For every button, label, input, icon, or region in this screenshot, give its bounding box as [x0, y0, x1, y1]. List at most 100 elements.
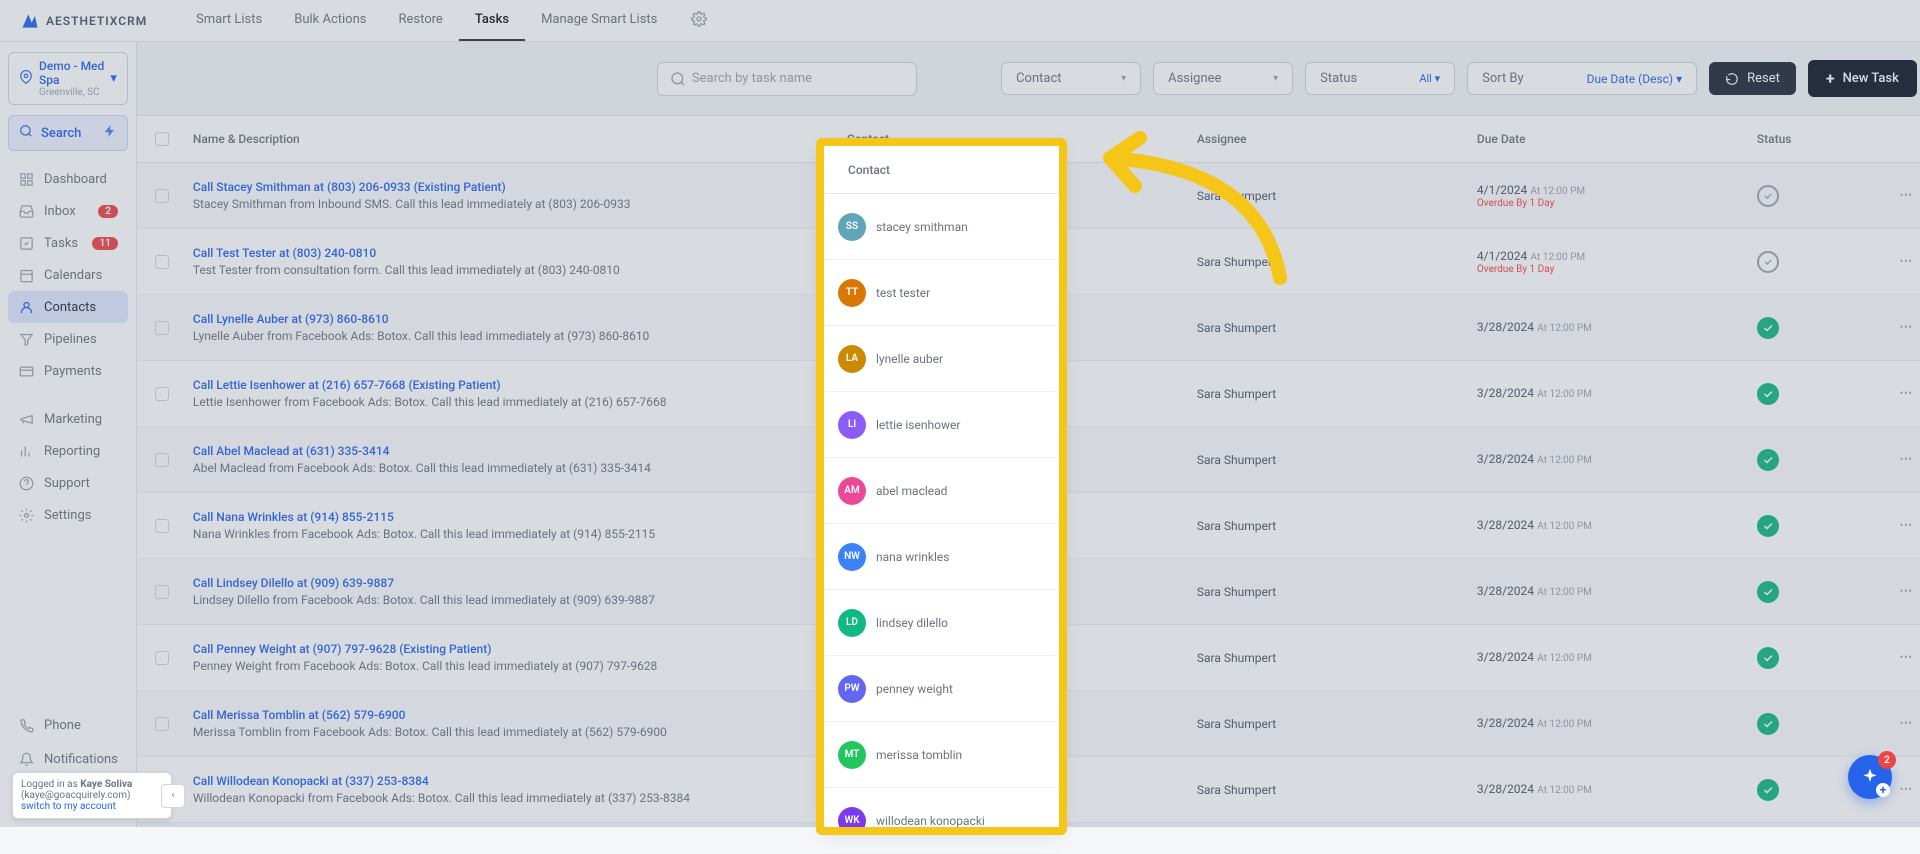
- switch-account-link[interactable]: switch to my account: [21, 801, 116, 812]
- sidebar-item-contacts[interactable]: Contacts: [8, 291, 128, 323]
- contact-avatar: TT: [838, 279, 866, 307]
- global-search-button[interactable]: Search: [8, 115, 128, 151]
- plus-icon: +: [1826, 69, 1835, 88]
- search-placeholder: Search by task name: [692, 71, 812, 86]
- reset-button[interactable]: Reset: [1709, 62, 1796, 95]
- cutout-contact-row: AMabel maclead: [824, 458, 1059, 524]
- sidebar-item-phone[interactable]: Phone: [8, 709, 128, 741]
- row-actions[interactable]: ⋯: [1899, 188, 1914, 203]
- task-desc: Test Tester from consultation form. Call…: [193, 263, 827, 277]
- assignee: Sara Shumpert: [1197, 255, 1477, 269]
- row-actions[interactable]: ⋯: [1899, 452, 1914, 467]
- status-done-icon[interactable]: [1757, 647, 1779, 669]
- chevron-down-icon: ▾: [110, 71, 117, 86]
- sidebar-item-settings[interactable]: Settings: [8, 499, 128, 531]
- sidebar-item-support[interactable]: Support: [8, 467, 128, 499]
- due-date: 3/28/2024: [1477, 320, 1534, 334]
- select-all-checkbox[interactable]: [155, 132, 169, 146]
- status-done-icon[interactable]: [1757, 449, 1779, 471]
- task-title[interactable]: Call Lindsey Dilello at (909) 639-9887: [193, 576, 827, 590]
- row-checkbox[interactable]: [155, 519, 169, 533]
- plus-icon: +: [1876, 783, 1890, 797]
- task-title[interactable]: Call Merissa Tomblin at (562) 579-6900: [193, 708, 827, 722]
- col-due[interactable]: Due Date: [1477, 132, 1757, 146]
- task-title[interactable]: Call Test Tester at (803) 240-0810: [193, 246, 827, 260]
- status-done-icon[interactable]: [1757, 515, 1779, 537]
- sidebar-item-notifications[interactable]: Notifications: [8, 743, 128, 775]
- row-checkbox[interactable]: [155, 189, 169, 203]
- col-assignee[interactable]: Assignee: [1197, 132, 1477, 146]
- status-done-icon[interactable]: [1757, 317, 1779, 339]
- sidebar-item-inbox[interactable]: Inbox2: [8, 195, 128, 227]
- row-checkbox[interactable]: [155, 585, 169, 599]
- settings-gear-icon[interactable]: [681, 1, 717, 41]
- sidebar-item-tasks[interactable]: Tasks11: [8, 227, 128, 259]
- row-actions[interactable]: ⋯: [1899, 650, 1914, 665]
- sort-by[interactable]: Sort ByDue Date (Desc) ▾: [1467, 62, 1697, 95]
- topnav-bulk-actions[interactable]: Bulk Actions: [278, 0, 382, 41]
- assignee: Sara Shumpert: [1197, 651, 1477, 665]
- status-filter[interactable]: StatusAll ▾: [1305, 62, 1455, 95]
- row-checkbox[interactable]: [155, 321, 169, 335]
- task-desc: Merissa Tomblin from Facebook Ads: Botox…: [193, 725, 827, 739]
- status-open-icon[interactable]: [1757, 185, 1779, 207]
- sidebar-item-calendars[interactable]: Calendars: [8, 259, 128, 291]
- row-actions[interactable]: ⋯: [1899, 386, 1914, 401]
- due-date: 3/28/2024: [1477, 584, 1534, 598]
- row-checkbox[interactable]: [155, 651, 169, 665]
- task-title[interactable]: Call Stacey Smithman at (803) 206-0933 (…: [193, 180, 827, 194]
- col-status[interactable]: Status: [1757, 132, 1877, 146]
- task-title[interactable]: Call Willodean Konopacki at (337) 253-83…: [193, 774, 827, 788]
- new-task-button[interactable]: + New Task: [1808, 60, 1917, 97]
- task-title[interactable]: Call Lynelle Auber at (973) 860-8610: [193, 312, 827, 326]
- row-actions[interactable]: ⋯: [1899, 584, 1914, 599]
- sidebar-item-marketing[interactable]: Marketing: [8, 403, 128, 435]
- row-actions[interactable]: ⋯: [1899, 782, 1914, 797]
- chat-fab[interactable]: + 2: [1848, 755, 1892, 799]
- topnav-manage-smart-lists[interactable]: Manage Smart Lists: [525, 0, 673, 41]
- row-checkbox[interactable]: [155, 717, 169, 731]
- topnav-smart-lists[interactable]: Smart Lists: [180, 0, 278, 41]
- status-done-icon[interactable]: [1757, 779, 1779, 801]
- assignee: Sara Shumpert: [1197, 189, 1477, 203]
- sidebar-item-dashboard[interactable]: Dashboard: [8, 163, 128, 195]
- calendar-icon: [18, 267, 34, 283]
- assignee-filter[interactable]: Assignee▾: [1153, 62, 1293, 95]
- task-desc: Stacey Smithman from Inbound SMS. Call t…: [193, 197, 827, 211]
- cutout-contact-row: WKwillodean konopacki: [824, 788, 1059, 854]
- collapse-icon[interactable]: ‹: [161, 784, 185, 808]
- sidebar-item-reporting[interactable]: Reporting: [8, 435, 128, 467]
- row-actions[interactable]: ⋯: [1899, 716, 1914, 731]
- task-search-input[interactable]: Search by task name: [657, 62, 917, 96]
- task-title[interactable]: Call Nana Wrinkles at (914) 855-2115: [193, 510, 827, 524]
- task-title[interactable]: Call Abel Maclead at (631) 335-3414: [193, 444, 827, 458]
- status-done-icon[interactable]: [1757, 581, 1779, 603]
- sidebar-item-pipelines[interactable]: Pipelines: [8, 323, 128, 355]
- gear-icon: [18, 507, 34, 523]
- contact-name: lindsey dilello: [876, 616, 948, 630]
- cutout-contact-row: LDlindsey dilello: [824, 590, 1059, 656]
- row-checkbox[interactable]: [155, 453, 169, 467]
- col-name[interactable]: Name & Description: [187, 132, 827, 146]
- col-contact[interactable]: Contact: [827, 132, 1197, 146]
- row-actions[interactable]: ⋯: [1899, 518, 1914, 533]
- status-open-icon[interactable]: [1757, 251, 1779, 273]
- row-actions[interactable]: ⋯: [1899, 320, 1914, 335]
- status-done-icon[interactable]: [1757, 383, 1779, 405]
- topbar: AESTHETIXCRM Smart ListsBulk ActionsRest…: [0, 0, 1920, 42]
- row-checkbox[interactable]: [155, 387, 169, 401]
- sidebar-item-payments[interactable]: Payments: [8, 355, 128, 387]
- task-title[interactable]: Call Lettie Isenhower at (216) 657-7668 …: [193, 378, 827, 392]
- contact-filter[interactable]: Contact▾: [1001, 62, 1141, 95]
- topnav-restore[interactable]: Restore: [382, 0, 458, 41]
- brand-text: AESTHETIXCRM: [46, 14, 147, 28]
- sparkle-icon: [1860, 767, 1880, 787]
- row-actions[interactable]: ⋯: [1899, 254, 1914, 269]
- task-title[interactable]: Call Penney Weight at (907) 797-9628 (Ex…: [193, 642, 827, 656]
- row-checkbox[interactable]: [155, 255, 169, 269]
- location-picker[interactable]: Demo - Med Spa Greenville, SC ▾: [8, 52, 128, 105]
- status-done-icon[interactable]: [1757, 713, 1779, 735]
- topnav-tasks[interactable]: Tasks: [459, 0, 525, 41]
- due-date: 3/28/2024: [1477, 518, 1534, 532]
- task-desc: Lettie Isenhower from Facebook Ads: Boto…: [193, 395, 827, 409]
